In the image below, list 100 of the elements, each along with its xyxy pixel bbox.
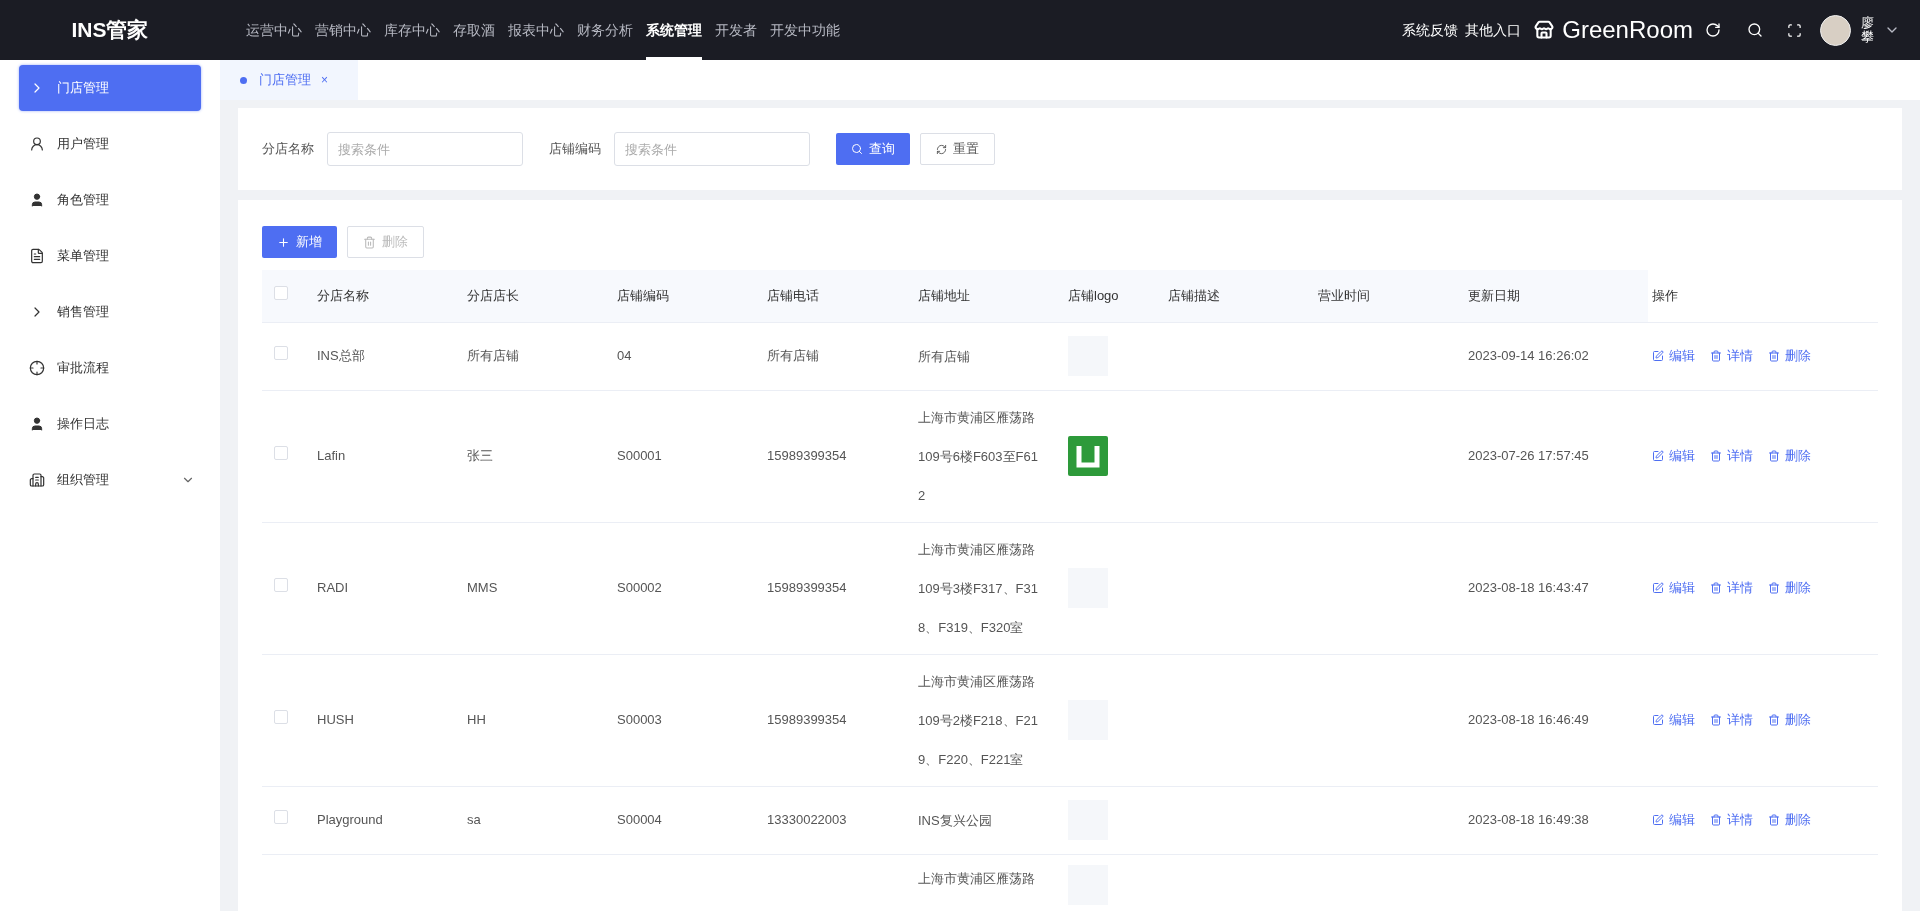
table-cell: RADI bbox=[317, 580, 349, 596]
trash-icon bbox=[1710, 350, 1722, 362]
column-header: 营业时间 bbox=[1318, 270, 1468, 322]
table-cell: 2023-08-18 16:43:47 bbox=[1468, 580, 1589, 596]
column-header: 店铺电话 bbox=[767, 270, 918, 322]
column-header: 分店名称 bbox=[317, 270, 467, 322]
avatar[interactable] bbox=[1820, 14, 1851, 46]
nav-tab[interactable]: 报表中心 bbox=[508, 0, 564, 60]
header-link[interactable]: 系统反馈 bbox=[1402, 19, 1459, 41]
table-cell: 所有店铺 bbox=[467, 348, 519, 364]
table-cell: S00004 bbox=[617, 812, 662, 828]
add-button[interactable]: 新增 bbox=[262, 226, 337, 258]
header-link[interactable]: 其他入口 bbox=[1465, 19, 1522, 41]
table-cell: 13330022003 bbox=[767, 812, 847, 828]
table-cell-text: 所有店铺 bbox=[918, 347, 971, 366]
sidebar-item[interactable]: 审批流程 bbox=[19, 345, 201, 391]
table-cell: Lafin bbox=[317, 448, 346, 464]
delete-link[interactable]: 删除 bbox=[1768, 578, 1811, 598]
table-cell: Playground bbox=[317, 812, 383, 828]
table-cell: 2023-08-18 16:49:38 bbox=[1468, 812, 1589, 828]
edit-link[interactable]: 编辑 bbox=[1652, 578, 1695, 598]
nav-tab[interactable]: 开发中功能 bbox=[770, 0, 840, 60]
close-icon[interactable]: × bbox=[321, 71, 328, 89]
edit-link[interactable]: 编辑 bbox=[1652, 810, 1695, 830]
query-button[interactable]: 查询 bbox=[836, 133, 910, 165]
trash-icon bbox=[1768, 582, 1780, 594]
checkbox[interactable] bbox=[274, 578, 288, 593]
checkbox[interactable] bbox=[274, 810, 288, 825]
edit-link[interactable]: 编辑 bbox=[1652, 446, 1695, 466]
checkbox[interactable] bbox=[274, 710, 288, 725]
table-cell: HH bbox=[467, 712, 486, 728]
table-cell: 2023-08-18 16:46:49 bbox=[1468, 712, 1589, 728]
nav-tab[interactable]: 存取酒 bbox=[453, 0, 495, 60]
column-header: 店铺地址 bbox=[918, 270, 1068, 322]
delete-link[interactable]: 删除 bbox=[1768, 710, 1811, 730]
table-cell: INS总部 bbox=[317, 348, 365, 364]
edit-icon bbox=[1652, 582, 1664, 594]
trash-icon bbox=[1768, 450, 1780, 462]
user-outline-icon bbox=[29, 136, 45, 152]
table-cell: S00003 bbox=[617, 712, 662, 728]
delete-link[interactable]: 删除 bbox=[1768, 810, 1811, 830]
nav-tab[interactable]: 运营中心 bbox=[246, 0, 302, 60]
detail-link[interactable]: 详情 bbox=[1710, 346, 1753, 366]
table-cell: MMS bbox=[467, 580, 498, 596]
table-cell: S00001 bbox=[617, 448, 662, 464]
sidebar-item[interactable]: 组织管理 bbox=[19, 457, 201, 503]
delete-link[interactable]: 删除 bbox=[1768, 346, 1811, 366]
table-cell-text: INS复兴公园 bbox=[918, 811, 993, 830]
detail-link[interactable]: 详情 bbox=[1710, 810, 1753, 830]
plus-icon bbox=[277, 235, 290, 249]
trash-icon bbox=[1768, 714, 1780, 726]
table-cell-text: 上海市黄浦区雁荡路109号2楼F218、F219、F220、F221室 bbox=[918, 672, 1038, 769]
sidebar-item[interactable]: 操作日志 bbox=[19, 401, 201, 447]
sidebar-item[interactable]: 门店管理 bbox=[19, 65, 201, 111]
column-header: 店铺logo bbox=[1068, 270, 1168, 322]
building-icon bbox=[29, 472, 45, 488]
field-label: 店铺编码 bbox=[549, 140, 601, 159]
sidebar-item[interactable]: 销售管理 bbox=[19, 289, 201, 335]
column-header: 操作 bbox=[1648, 270, 1763, 322]
search-field[interactable]: 搜索条件 bbox=[327, 132, 523, 166]
table-cell-text: 上海市黄浦区雁荡路109号6楼F603至F612 bbox=[918, 408, 1038, 505]
table-cell-text: 上海市黄浦区雁荡路109号3楼F317、F318、F319、F320室 bbox=[918, 540, 1038, 637]
detail-link[interactable]: 详情 bbox=[1710, 710, 1753, 730]
fullscreen-icon[interactable] bbox=[1787, 22, 1802, 38]
reset-button[interactable]: 重置 bbox=[920, 133, 995, 165]
search-icon[interactable] bbox=[1747, 22, 1763, 38]
brand-title: INS管家 bbox=[71, 17, 149, 44]
refresh-icon[interactable] bbox=[1705, 22, 1721, 38]
search-icon bbox=[851, 143, 863, 155]
edit-icon bbox=[1652, 350, 1664, 362]
user-name: 廖攀 bbox=[1861, 15, 1874, 45]
nav-tab[interactable]: 库存中心 bbox=[384, 0, 440, 60]
trash-icon bbox=[1710, 450, 1722, 462]
trash-icon bbox=[1710, 714, 1722, 726]
sidebar-item[interactable]: 菜单管理 bbox=[19, 233, 201, 279]
page-tab[interactable]: 门店管理 × bbox=[220, 60, 358, 100]
edit-link[interactable]: 编辑 bbox=[1652, 346, 1695, 366]
search-field[interactable]: 搜索条件 bbox=[614, 132, 810, 166]
detail-link[interactable]: 详情 bbox=[1710, 578, 1753, 598]
table-cell: 15989399354 bbox=[767, 448, 847, 464]
sidebar-item[interactable]: 用户管理 bbox=[19, 121, 201, 167]
delete-link[interactable]: 删除 bbox=[1768, 446, 1811, 466]
nav-tab[interactable]: 营销中心 bbox=[315, 0, 371, 60]
trash-icon bbox=[1710, 814, 1722, 826]
sidebar-item[interactable]: 角色管理 bbox=[19, 177, 201, 223]
edit-link[interactable]: 编辑 bbox=[1652, 710, 1695, 730]
checkbox[interactable] bbox=[274, 446, 288, 461]
column-header: 店铺描述 bbox=[1168, 270, 1318, 322]
nav-tab[interactable]: 开发者 bbox=[715, 0, 757, 60]
checkbox[interactable] bbox=[274, 346, 288, 361]
table-cell: 所有店铺 bbox=[767, 348, 819, 364]
checkbox[interactable] bbox=[274, 286, 288, 300]
trash-icon bbox=[1710, 582, 1722, 594]
edit-icon bbox=[1652, 450, 1664, 462]
table-cell: 2023-07-26 17:57:45 bbox=[1468, 448, 1589, 464]
table-cell: 15989399354 bbox=[767, 712, 847, 728]
detail-link[interactable]: 详情 bbox=[1710, 446, 1753, 466]
table-cell: 04 bbox=[617, 348, 632, 364]
edit-icon bbox=[1652, 714, 1664, 726]
nav-tab[interactable]: 财务分析 bbox=[577, 0, 633, 60]
